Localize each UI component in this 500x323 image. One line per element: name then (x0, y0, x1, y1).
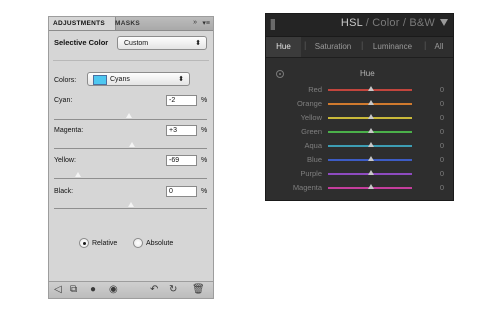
hsl-slider-thumb[interactable] (368, 170, 374, 175)
tab-masks[interactable]: MASKS (111, 17, 144, 30)
yellow-unit: % (201, 157, 208, 164)
tab-luminance[interactable]: Luminance (364, 37, 421, 57)
preset-value: Custom (124, 40, 149, 47)
absolute-radio[interactable] (133, 238, 143, 248)
preset-dropdown[interactable]: Custom ⬍ (117, 36, 207, 50)
cyan-value-field[interactable]: -2 (166, 95, 197, 106)
hsl-panel-title: HSL / Color / B&W (341, 17, 435, 29)
trash-icon[interactable]: 🗑 (192, 284, 205, 296)
previous-state-icon[interactable]: ↶ (150, 284, 158, 296)
hsl-slider-thumb[interactable] (368, 114, 374, 119)
hsl-row-label: Yellow (300, 113, 322, 122)
black-value-field[interactable]: 0 (166, 186, 197, 197)
hsl-row-value: 0 (439, 155, 444, 164)
adjustment-title: Selective Color (54, 38, 109, 47)
tab-adjustments[interactable]: ADJUSTMENTS (49, 17, 116, 30)
hsl-row-label: Magenta (292, 183, 322, 192)
tab-separator: | (304, 40, 307, 50)
panel-bottom-toolbar: ◁ ⧉ ● ◉ ↶ ↻ 🗑 (49, 281, 213, 298)
panel-handle-icon (270, 19, 275, 30)
divider (53, 60, 209, 61)
hue-section-label: Hue (360, 69, 375, 78)
hsl-slider-thumb[interactable] (368, 100, 374, 105)
cyan-slider-thumb[interactable] (124, 112, 133, 119)
tab-separator: | (361, 40, 364, 50)
hsl-row-value: 0 (439, 183, 444, 192)
hsl-row-label: Blue (306, 155, 322, 164)
cyan-unit: % (201, 97, 208, 104)
adjustments-panel: ADJUSTMENTS MASKS » ▾≡ Selective Color C… (48, 16, 214, 299)
magenta-value-field[interactable]: +3 (166, 125, 197, 136)
back-icon[interactable]: ◁ (54, 284, 62, 296)
panel-menu-icon[interactable]: ▾≡ (202, 19, 210, 27)
black-slider-thumb[interactable] (126, 201, 135, 208)
hsl-row-label: Purple (300, 169, 322, 178)
colors-value: Cyans (110, 76, 130, 83)
relative-label: Relative (92, 240, 118, 247)
hsl-row-label: Green (301, 127, 322, 136)
collapse-triangle-icon[interactable] (440, 19, 448, 26)
black-slider-track[interactable] (54, 208, 207, 209)
cyan-slider-track[interactable] (54, 119, 207, 120)
tab-saturation[interactable]: Saturation (307, 37, 359, 57)
colors-dropdown[interactable]: Cyans ⬍ (87, 72, 190, 86)
targeted-adjustment-icon[interactable] (276, 70, 284, 78)
hsl-tab-bar: Hue | Saturation | Luminance | All (266, 37, 453, 58)
clip-icon[interactable]: ⧉ (70, 284, 77, 296)
hsl-slider-thumb[interactable] (368, 142, 374, 147)
tab-hue[interactable]: Hue (266, 37, 301, 57)
hsl-row-value: 0 (439, 99, 444, 108)
tab-all[interactable]: All (428, 37, 450, 57)
dropdown-arrows-icon: ⬍ (195, 40, 201, 47)
hsl-row-label: Red (308, 85, 322, 94)
color-swatch (93, 75, 107, 85)
black-label: Black: (54, 188, 74, 195)
panel-tab-bar: ADJUSTMENTS MASKS » ▾≡ (49, 17, 213, 31)
yellow-slider-track[interactable] (54, 178, 207, 179)
hsl-row-value: 0 (439, 169, 444, 178)
magenta-slider-track[interactable] (54, 148, 207, 149)
black-unit: % (201, 188, 208, 195)
hsl-row-value: 0 (439, 127, 444, 136)
hsl-slider-thumb[interactable] (368, 156, 374, 161)
yellow-value-field[interactable]: -69 (166, 155, 197, 166)
hsl-row-value: 0 (439, 85, 444, 94)
magenta-unit: % (201, 127, 208, 134)
hsl-row-value: 0 (439, 141, 444, 150)
hsl-row-label: Orange (296, 99, 322, 108)
hsl-slider-thumb[interactable] (368, 128, 374, 133)
visibility-icon[interactable]: ● (90, 284, 96, 296)
colors-label: Colors: (54, 77, 77, 84)
hsl-title-rest[interactable]: / Color / B&W (363, 17, 435, 29)
tab-separator: | (424, 40, 427, 50)
hsl-row-value: 0 (439, 113, 444, 122)
expand-panel-icon[interactable]: » (193, 19, 197, 26)
hsl-slider-thumb[interactable] (368, 184, 374, 189)
magenta-label: Magenta: (54, 127, 84, 134)
relative-radio[interactable] (79, 238, 89, 248)
hsl-row-label: Aqua (304, 141, 322, 150)
yellow-label: Yellow: (54, 157, 76, 164)
absolute-label: Absolute (146, 240, 174, 247)
yellow-slider-thumb[interactable] (74, 171, 83, 178)
hsl-panel-header[interactable]: HSL / Color / B&W (266, 14, 453, 37)
cyan-label: Cyan: (54, 97, 73, 104)
magenta-slider-thumb[interactable] (128, 141, 137, 148)
hsl-slider-thumb[interactable] (368, 86, 374, 91)
eye-icon[interactable]: ◉ (109, 284, 118, 296)
hsl-panel: HSL / Color / B&W Hue | Saturation | Lum… (265, 13, 454, 201)
reset-icon[interactable]: ↻ (169, 284, 177, 296)
hsl-title-active[interactable]: HSL (341, 17, 363, 29)
dropdown-arrows-icon: ⬍ (178, 76, 184, 83)
